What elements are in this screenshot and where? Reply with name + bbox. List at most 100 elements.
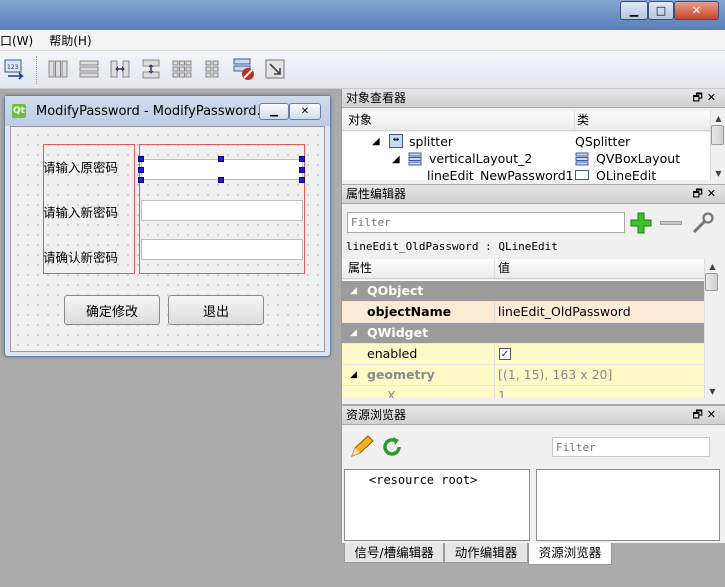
tree-item-lineedit-class: QLineEdit (596, 168, 657, 180)
selection-handle[interactable] (299, 167, 305, 173)
menu-bar: 口(W) 帮助(H) (0, 30, 725, 51)
enabled-checkbox[interactable]: ✓ (499, 348, 511, 360)
object-inspector-title-text: 对象查看器 (346, 91, 407, 105)
expand-arrow-icon[interactable]: ◢ (372, 136, 380, 147)
property-name: objectName (367, 304, 452, 319)
edit-resources-pencil-icon[interactable] (348, 434, 374, 460)
exit-button[interactable]: 退出 (168, 295, 264, 325)
maximize-button[interactable]: □ (648, 1, 674, 20)
label-new-password: 请输入新密码 (43, 205, 119, 220)
selection-handle[interactable] (299, 177, 305, 183)
property-value[interactable]: 1 (494, 386, 506, 398)
scroll-thumb[interactable] (711, 125, 724, 145)
object-inspector-scrollbar[interactable]: ▲ ▼ (710, 111, 725, 180)
resource-root-item[interactable]: <resource root> (369, 473, 477, 487)
property-group-qobject[interactable]: ◢ QObject (342, 281, 704, 302)
tree-item-splitter-class: QSplitter (575, 134, 631, 149)
collapse-arrow-icon[interactable]: ◢ (350, 323, 357, 343)
property-scrollbar[interactable]: ▲ ▼ (704, 259, 719, 398)
add-property-icon[interactable] (629, 211, 653, 235)
col-class[interactable]: 类 (574, 111, 589, 130)
form-minimize-button[interactable]: ▁ (259, 103, 289, 120)
selection-handle[interactable] (218, 177, 224, 183)
tree-item-vertical-layout[interactable]: verticalLayout_2 (429, 151, 532, 166)
property-row-objectname[interactable]: objectName lineEdit_OldPassword (342, 302, 704, 323)
selection-handle[interactable] (299, 156, 305, 162)
minimize-button[interactable]: ▁ (620, 1, 648, 20)
layout-form-icon[interactable] (201, 57, 225, 81)
reload-icon[interactable] (379, 434, 405, 460)
resource-browser-panel: 资源浏览器 🗗✕ <resource root> (341, 406, 725, 543)
split-horizontal-icon[interactable] (108, 57, 132, 81)
property-name: geometry (367, 367, 435, 382)
selection-handle[interactable] (218, 156, 224, 162)
property-value[interactable]: [(1, 15), 163 x 20] (494, 365, 612, 386)
label-old-password: 请输入原密码 (43, 160, 119, 175)
panel-float-close-icons[interactable]: 🗗✕ (692, 89, 720, 107)
selection-handle[interactable] (138, 156, 144, 162)
scroll-up-icon[interactable]: ▲ (711, 111, 725, 125)
new-password-input[interactable] (141, 200, 303, 221)
object-inspector-panel: 对象查看器 🗗✕ 对象 类 ◢ ⇹ splitter QSplitter ◢ v… (341, 89, 725, 184)
object-inspector-header: 对象 类 (342, 111, 710, 131)
col-property[interactable]: 属性 (348, 259, 372, 278)
selection-handle[interactable] (138, 177, 144, 183)
vbox-layout-icon (575, 152, 589, 166)
qt-logo-icon: Qt (12, 104, 26, 118)
property-row-x[interactable]: X 1 (342, 386, 704, 398)
layout-vertical-icon[interactable] (77, 57, 101, 81)
menu-help[interactable]: 帮助(H) (49, 32, 99, 49)
scroll-thumb[interactable] (705, 273, 718, 291)
property-row-enabled[interactable]: enabled ✓ (342, 344, 704, 365)
break-layout-icon[interactable] (232, 57, 256, 81)
form-title: ModifyPassword - ModifyPassword.ui (36, 104, 273, 119)
property-editor-panel: 属性编辑器 🗗✕ lineEdit_OldPassword : QLineEdi… (341, 185, 725, 404)
property-row-geometry[interactable]: ◢ geometry [(1, 15), 163 x 20] (342, 365, 704, 386)
property-value[interactable]: lineEdit_OldPassword (494, 302, 631, 323)
property-header: 属性 值 (342, 259, 704, 279)
object-inspector-title: 对象查看器 🗗✕ (342, 89, 725, 108)
collapse-arrow-icon[interactable]: ◢ (350, 281, 357, 301)
col-value[interactable]: 值 (494, 259, 510, 278)
scroll-down-icon[interactable]: ▼ (705, 384, 720, 398)
tree-item-splitter[interactable]: splitter (409, 134, 453, 149)
form-close-button[interactable]: ✕ (289, 103, 321, 120)
layout-grid-icon[interactable] (170, 57, 194, 81)
tab-resource-browser[interactable]: 资源浏览器 (528, 543, 612, 565)
property-group-qwidget[interactable]: ◢ QWidget (342, 323, 704, 344)
confirm-change-button[interactable]: 确定修改 (64, 295, 160, 325)
panel-float-close-icons[interactable]: 🗗✕ (692, 185, 720, 203)
panel-float-close-icons[interactable]: 🗗✕ (692, 406, 720, 424)
layout-horizontal-icon[interactable] (46, 57, 70, 81)
bottom-tab-bar: 信号/槽编辑器 动作编辑器 资源浏览器 (341, 543, 725, 587)
tab-signal-slot-editor[interactable]: 信号/槽编辑器 (344, 543, 444, 563)
tree-item-lineedit-new1[interactable]: lineEdit_NewPassword1 (427, 168, 574, 180)
property-filter-input[interactable] (347, 212, 625, 233)
selection-handle[interactable] (138, 167, 144, 173)
resource-tree[interactable]: <resource root> (344, 469, 530, 541)
group-label: QObject (367, 283, 424, 298)
tab-order-icon[interactable]: 123 (3, 57, 27, 81)
expand-arrow-icon[interactable]: ◢ (392, 154, 400, 165)
tree-item-vertical-layout-class: QVBoxLayout (596, 151, 681, 166)
col-object[interactable]: 对象 (348, 111, 372, 130)
scroll-down-icon[interactable]: ▼ (711, 166, 725, 180)
split-vertical-icon[interactable] (139, 57, 163, 81)
close-button[interactable]: ✕ (674, 1, 719, 20)
form-canvas: 请输入原密码 请输入新密码 请确认新密码 确定修改 退出 (10, 126, 325, 352)
remove-property-icon[interactable] (660, 221, 682, 225)
object-tree: ◢ ⇹ splitter QSplitter ◢ verticalLayout_… (342, 132, 710, 180)
property-editor-title: 属性编辑器 🗗✕ (342, 185, 725, 204)
resource-browser-title: 资源浏览器 🗗✕ (342, 406, 725, 425)
adjust-size-icon[interactable] (263, 57, 287, 81)
form-title-bar: Qt ModifyPassword - ModifyPassword.ui ▁ … (5, 96, 330, 126)
configure-wrench-icon[interactable] (690, 211, 716, 235)
resource-list[interactable] (536, 469, 720, 541)
tab-action-editor[interactable]: 动作编辑器 (444, 543, 528, 563)
collapse-arrow-icon[interactable]: ◢ (350, 365, 357, 385)
confirm-password-input[interactable] (141, 239, 303, 260)
scroll-up-icon[interactable]: ▲ (705, 259, 720, 273)
resource-filter-input[interactable] (552, 437, 710, 457)
menu-window[interactable]: 口(W) (0, 32, 49, 49)
vbox-layout-icon (408, 152, 422, 166)
